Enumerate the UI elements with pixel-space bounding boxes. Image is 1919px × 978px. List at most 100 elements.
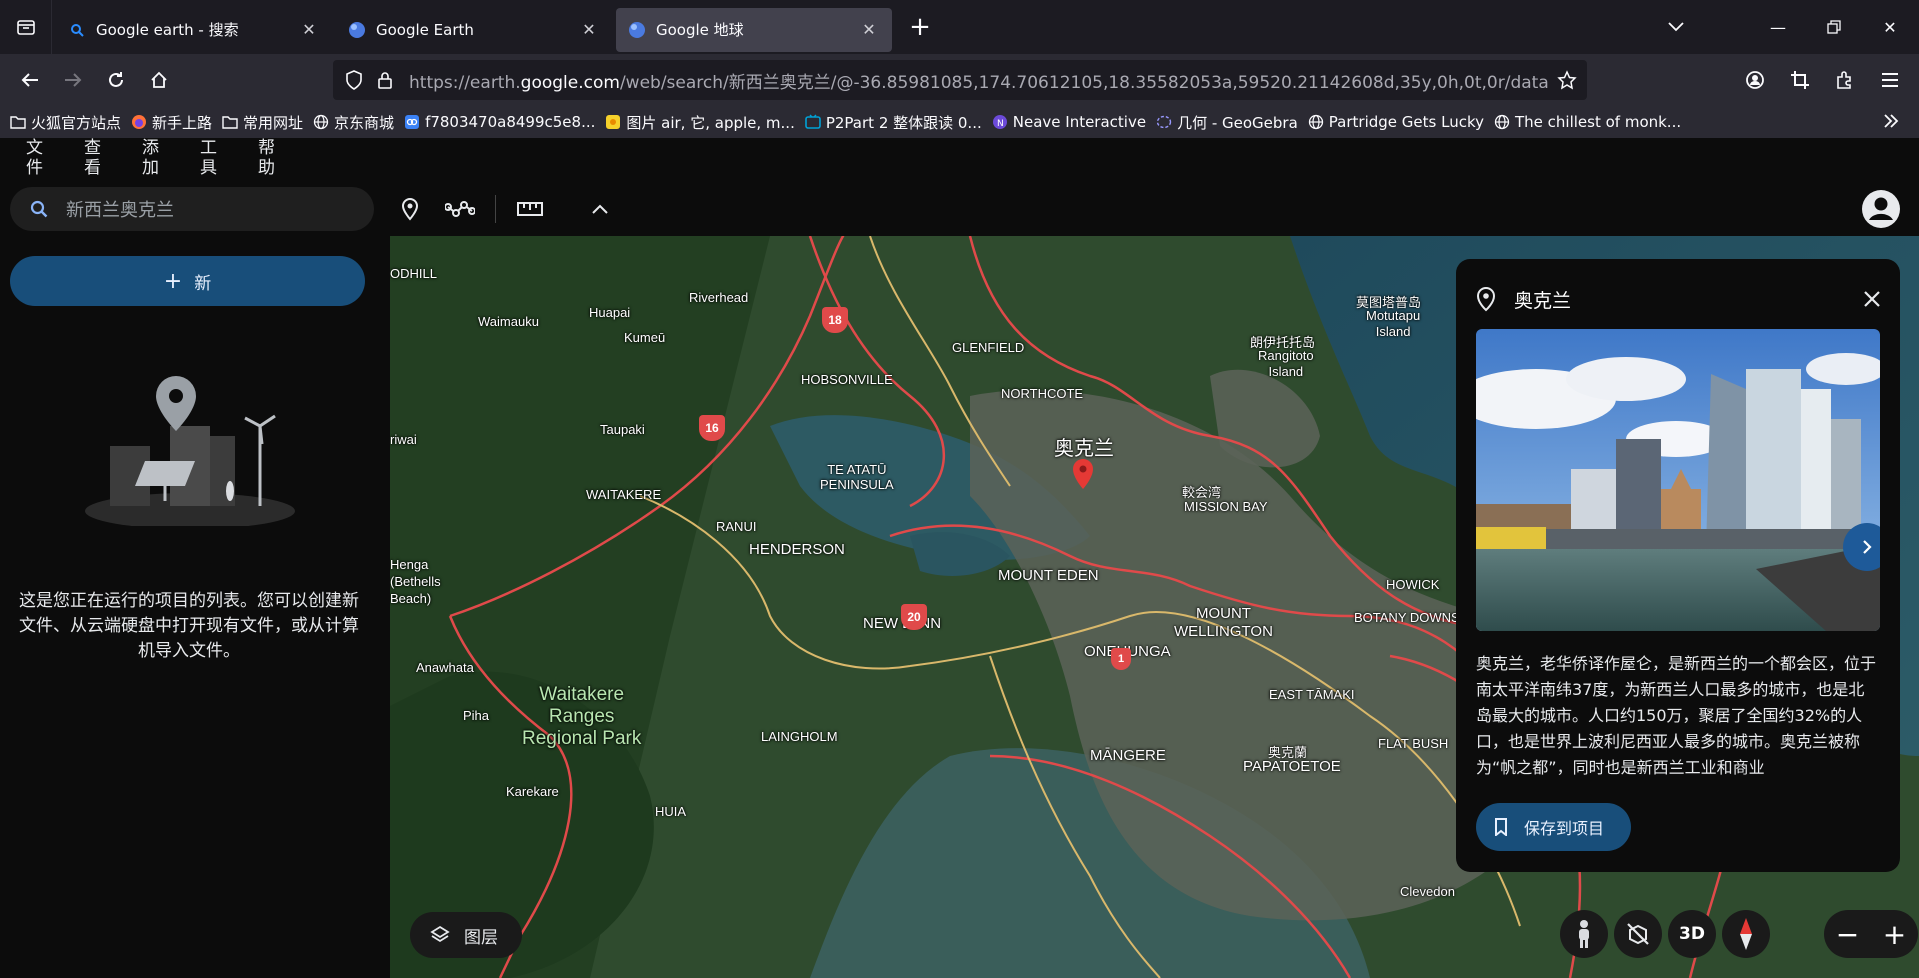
chevron-right-icon: [1863, 540, 1872, 554]
map-label: Clevedon: [1400, 884, 1455, 899]
zoom-in-icon[interactable]: +: [1883, 918, 1906, 951]
neave-icon: N: [992, 114, 1008, 130]
menu-bar: 文件 查看 添加 工具 帮助: [0, 138, 290, 180]
close-window-icon[interactable]: ✕: [1862, 0, 1918, 54]
map-label: GLENFIELD: [952, 340, 1025, 355]
layers-button[interactable]: 图层: [410, 912, 522, 958]
map-label: MĀNGERE: [1090, 747, 1166, 764]
bookmark-item[interactable]: 京东商城: [313, 112, 394, 133]
firefox-icon: [131, 114, 147, 130]
bookmark-item[interactable]: f7803470a8499c5e8...: [404, 113, 595, 131]
street-view-button[interactable]: [1560, 910, 1608, 958]
shield-icon: [346, 70, 362, 90]
tab-list-button[interactable]: [0, 0, 52, 54]
crop-icon[interactable]: [1780, 60, 1820, 100]
map-label: Taupaki: [600, 422, 645, 437]
tab-title: Google earth - 搜索: [96, 21, 239, 39]
minimize-icon[interactable]: —: [1750, 0, 1806, 54]
menu-help[interactable]: 帮助: [258, 138, 290, 180]
map-label: Riverhead: [689, 290, 749, 305]
earth-toolbar: [0, 180, 1919, 236]
extensions-icon[interactable]: [1825, 60, 1865, 100]
map-label: Waitakere Ranges Regional Park: [522, 684, 642, 749]
link-icon: [404, 114, 420, 130]
bookmark-item[interactable]: 图片 air, 它, apple, m...: [605, 112, 795, 133]
tab-close-icon[interactable]: ✕: [858, 19, 880, 41]
ruler-icon[interactable]: [511, 190, 549, 228]
map-label: MOUNT WELLINGTON: [1174, 605, 1273, 640]
map-label: Motutapu Island: [1366, 308, 1421, 339]
tab-close-icon[interactable]: ✕: [298, 19, 320, 41]
map-label: BOTANY DOWNS: [1354, 610, 1460, 625]
compass-icon: [1740, 918, 1752, 950]
tab-google-earth[interactable]: Google Earth ✕: [336, 8, 612, 52]
highway-shield: 18: [822, 307, 848, 333]
toggle-3d-buildings-button[interactable]: [1614, 910, 1662, 958]
map-label: LAINGHOLM: [761, 729, 838, 744]
bookmark-item[interactable]: 常用网址: [222, 112, 303, 133]
bookmark-item[interactable]: Partridge Gets Lucky: [1308, 113, 1484, 131]
new-tab-button[interactable]: +: [898, 5, 942, 49]
map-label: HOWICK: [1386, 577, 1440, 592]
globe-icon: [1494, 114, 1510, 130]
place-photo[interactable]: [1476, 329, 1880, 631]
earth-favicon-icon: [628, 21, 646, 39]
search-box[interactable]: [10, 187, 374, 231]
folder-icon: [222, 114, 238, 130]
zoom-out-icon[interactable]: −: [1836, 918, 1859, 951]
account-icon[interactable]: [1735, 60, 1775, 100]
tab-close-icon[interactable]: ✕: [578, 19, 600, 41]
menu-view[interactable]: 查看: [84, 138, 116, 180]
map-label: PAPATOETOE: [1243, 758, 1341, 775]
chevron-up-icon[interactable]: [581, 190, 619, 228]
bookmark-item[interactable]: 几何 - GeoGebra: [1156, 112, 1298, 133]
url-bar[interactable]: https://earth.google.com/web/search/新西兰奥…: [333, 60, 1587, 100]
earth-favicon-icon: [348, 21, 366, 39]
bookmark-star-icon[interactable]: [1557, 70, 1577, 90]
draw-path-icon[interactable]: [441, 190, 479, 228]
toolbar-divider: [495, 195, 496, 223]
bookmark-item[interactable]: 新手上路: [131, 112, 212, 133]
add-placemark-icon[interactable]: [391, 190, 429, 228]
menu-icon[interactable]: [1870, 60, 1910, 100]
save-to-project-button[interactable]: 保存到项目: [1476, 803, 1631, 851]
user-avatar-icon[interactable]: [1860, 188, 1902, 230]
reload-icon[interactable]: [96, 60, 136, 100]
map-label: ODHILL: [390, 266, 437, 281]
lock-icon: [378, 72, 392, 89]
bookmark-item[interactable]: 火狐官方站点: [10, 112, 121, 133]
forward-icon[interactable]: [53, 60, 93, 100]
tab-bing-search[interactable]: Google earth - 搜索 ✕: [56, 8, 332, 52]
new-project-button[interactable]: + 新: [10, 256, 365, 306]
menu-add[interactable]: 添加: [142, 138, 174, 180]
bookmark-item[interactable]: P2Part 2 整体跟读 0...: [805, 112, 982, 133]
search-input[interactable]: [66, 198, 346, 220]
view-3d-button[interactable]: 3D: [1668, 910, 1716, 958]
tv-icon: [805, 114, 821, 130]
compass-button[interactable]: [1722, 910, 1770, 958]
card-title: 奥克兰: [1514, 289, 1572, 312]
tab-title: Google 地球: [656, 21, 744, 39]
bookmark-item[interactable]: N Neave Interactive: [992, 113, 1146, 131]
menu-file[interactable]: 文件: [26, 138, 58, 180]
auckland-waterfront-photo: [1476, 329, 1880, 631]
highway-shield: 1: [1111, 648, 1131, 670]
restore-icon[interactable]: [1806, 0, 1862, 54]
bookmarks-overflow-icon[interactable]: [1882, 112, 1900, 134]
empty-projects-illustration: [85, 376, 295, 526]
tab-google-earth-cn[interactable]: Google 地球 ✕: [616, 7, 892, 52]
location-marker-icon[interactable]: [1072, 458, 1094, 490]
place-description: 奥克兰，老华侨译作屋仑，是新西兰的一个都会区，位于南太平洋南纬37度，为新西兰人…: [1476, 654, 1877, 777]
back-icon[interactable]: [10, 60, 50, 100]
menu-tools[interactable]: 工具: [200, 138, 232, 180]
close-icon[interactable]: [1858, 285, 1886, 313]
tab-list-icon: [16, 20, 35, 35]
map-label: HOBSONVILLE: [801, 372, 893, 387]
search-icon: [30, 200, 48, 218]
map-label: HUIA: [655, 804, 687, 819]
list-all-tabs-icon[interactable]: [1648, 0, 1704, 54]
folder-icon: [10, 114, 26, 130]
empty-projects-text: 这是您正在运行的项目的列表。您可以创建新文件、从云端硬盘中打开现有文件，或从计算…: [19, 591, 359, 661]
bookmark-item[interactable]: The chillest of monk...: [1494, 113, 1681, 131]
home-icon[interactable]: [139, 60, 179, 100]
